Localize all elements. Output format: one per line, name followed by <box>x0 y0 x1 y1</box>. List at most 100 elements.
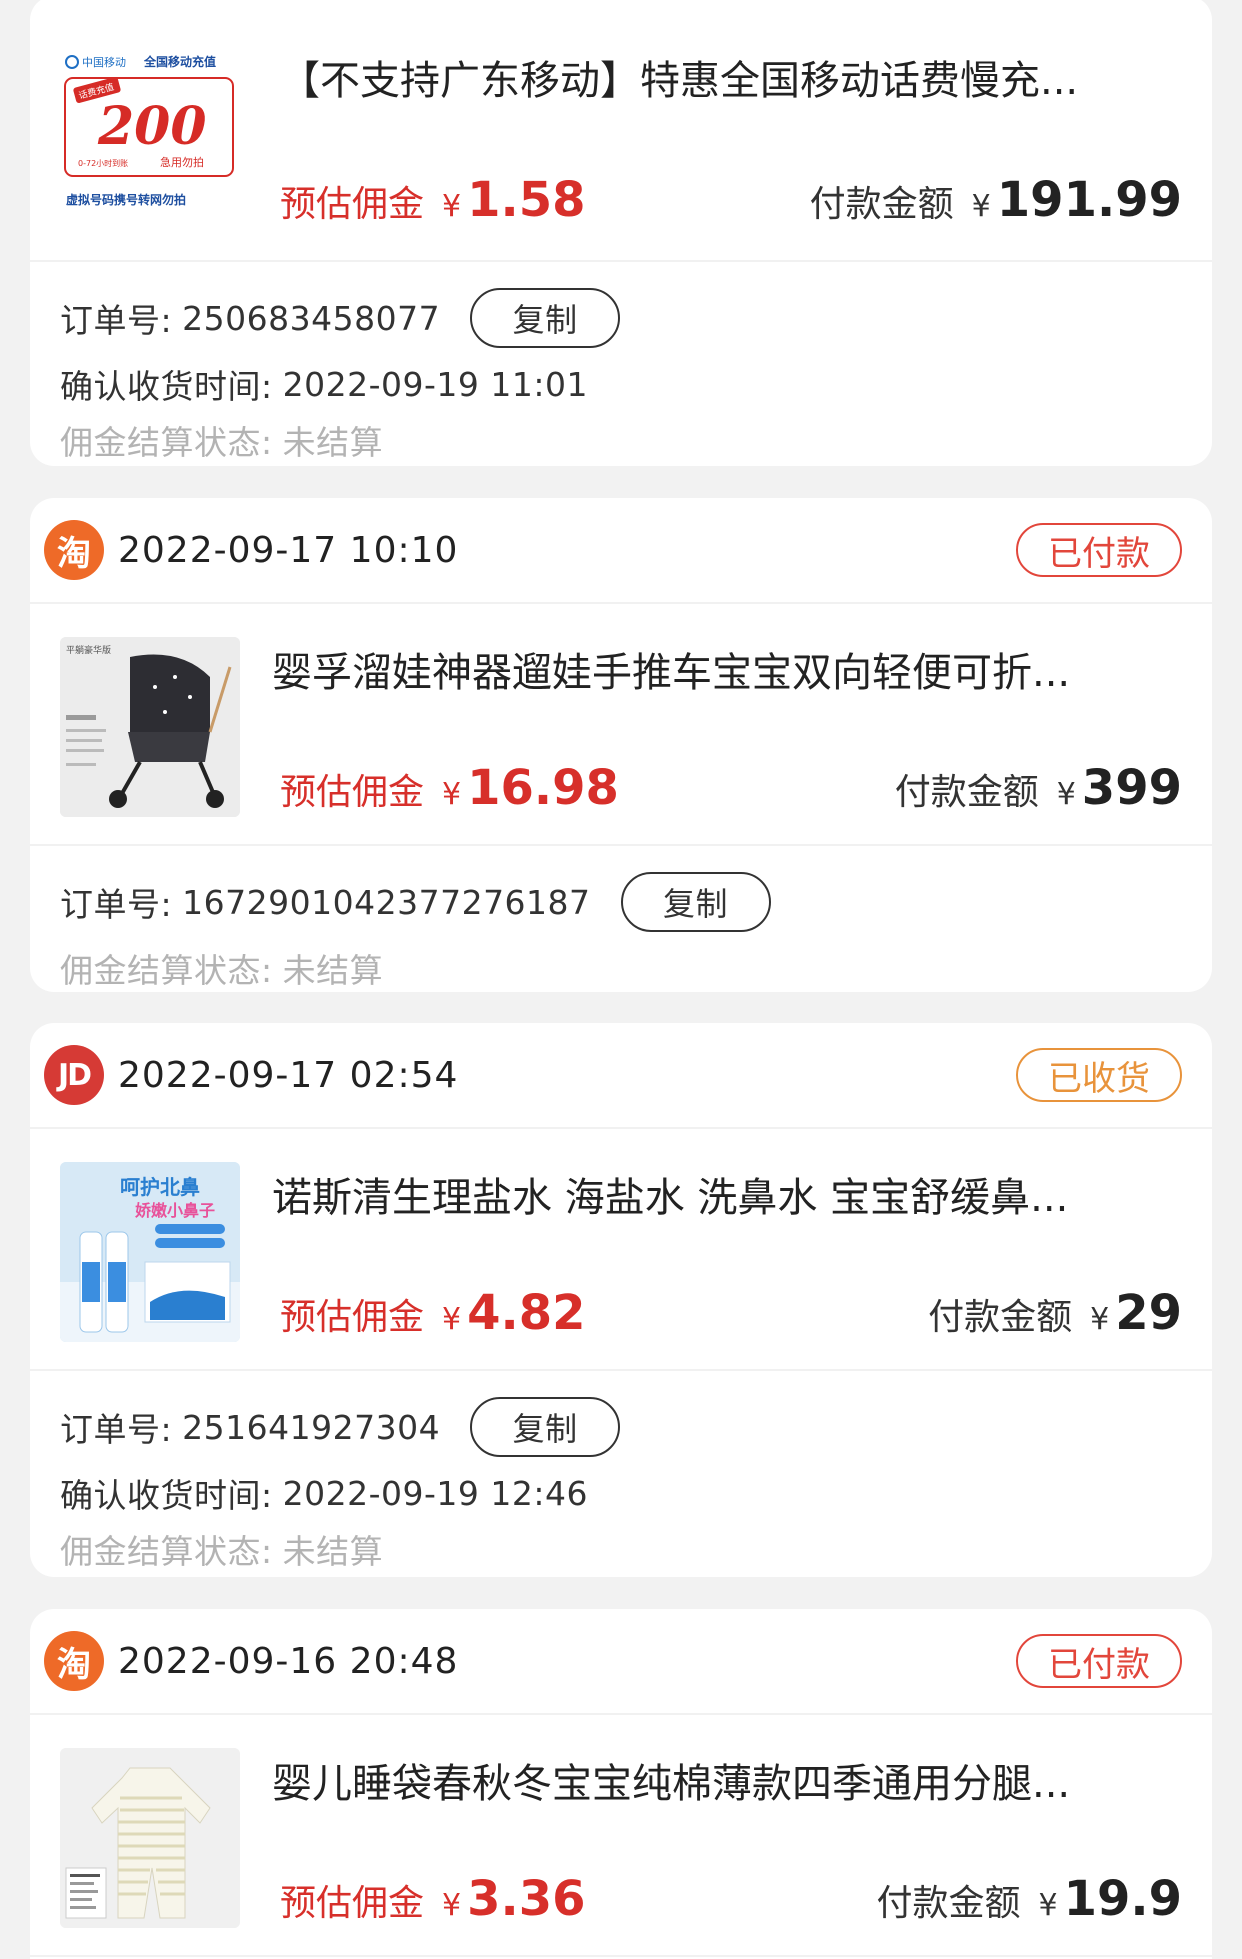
order-number: 1672901042377276187 <box>182 882 591 922</box>
order-card: 淘 2022-09-17 10:10 已付款 平躺豪华版 婴孚溜娃神器遛娃手推车… <box>30 498 1212 992</box>
recharge-card-image: 中国移动 全国移动充值 话费充值 200 0-72小时到账 急用勿拍 虚拟号码携… <box>60 46 240 226</box>
card-header: JD 2022-09-17 02:54 已收货 <box>30 1023 1212 1129</box>
copy-button[interactable]: 复制 <box>470 288 621 348</box>
sleeping-bag-image <box>60 1748 240 1928</box>
payment-label: 付款金额 <box>928 1297 1073 1338</box>
confirm-time-label: 确认收货时间: <box>60 367 273 406</box>
taobao-icon: 淘 <box>44 520 104 580</box>
product-title[interactable]: 【不支持广东移动】特惠全国移动话费慢充... <box>280 48 1132 106</box>
saline-spray-image: 呵护北鼻 娇嫩小鼻子 <box>60 1162 240 1342</box>
estimated-commission: 预估佣金 ¥ 3.36 <box>280 1871 586 1927</box>
currency-symbol: ¥ <box>442 777 462 812</box>
payment-label: 付款金额 <box>809 184 954 225</box>
order-card: 中国移动 全国移动充值 话费充值 200 0-72小时到账 急用勿拍 虚拟号码携… <box>30 0 1212 466</box>
confirm-time-line: 确认收货时间: 2022-09-19 11:01 <box>60 356 1182 412</box>
svg-text:全国移动充值: 全国移动充值 <box>143 54 216 69</box>
payment-value: 19.9 <box>1063 1871 1182 1927</box>
order-info: 订单号: 251641927304 复制 确认收货时间: 2022-09-19 … <box>30 1371 1212 1577</box>
product-row[interactable]: 呵护北鼻 娇嫩小鼻子 诺斯清生理盐水 海盐水 洗鼻水 宝宝舒缓鼻... 预估佣金… <box>30 1129 1212 1371</box>
svg-text:娇嫩小鼻子: 娇嫩小鼻子 <box>135 1201 215 1220</box>
currency-symbol: ¥ <box>971 189 991 224</box>
settlement-status: 未结算 <box>282 423 384 462</box>
order-number: 251641927304 <box>182 1407 441 1447</box>
svg-text:0-72小时到账: 0-72小时到账 <box>78 158 128 168</box>
order-time: 2022-09-16 20:48 <box>118 1640 459 1682</box>
svg-text:平躺豪华版: 平躺豪华版 <box>66 644 111 656</box>
order-number-line: 订单号: 250683458077 复制 <box>60 280 1182 356</box>
payment-amount: 付款金额 ¥ 399 <box>895 760 1182 816</box>
commission-value: 1.58 <box>467 172 586 228</box>
currency-symbol: ¥ <box>442 1302 462 1337</box>
confirm-time-label: 确认收货时间: <box>60 1476 273 1515</box>
order-time: 2022-09-17 10:10 <box>118 529 459 571</box>
confirm-time-line: 确认收货时间: 2022-09-19 12:46 <box>60 1465 1182 1521</box>
order-info: 订单号: 1672901042377276187 复制 佣金结算状态: 未结算 <box>30 846 1212 992</box>
settlement-status-label: 佣金结算状态: <box>60 1532 273 1571</box>
order-number-line: 订单号: 1672901042377276187 复制 <box>60 864 1182 940</box>
order-number: 250683458077 <box>182 298 441 338</box>
order-time: 2022-09-17 02:54 <box>118 1054 459 1096</box>
product-row[interactable]: 中国移动 全国移动充值 话费充值 200 0-72小时到账 急用勿拍 虚拟号码携… <box>30 0 1212 262</box>
status-badge: 已付款 <box>1016 523 1182 577</box>
currency-symbol: ¥ <box>1090 1302 1110 1337</box>
order-number-label: 订单号: <box>60 301 173 340</box>
commission-label: 预估佣金 <box>280 1883 425 1924</box>
status-badge: 已付款 <box>1016 1634 1182 1688</box>
product-row[interactable]: 平躺豪华版 婴孚溜娃神器遛娃手推车宝宝双向轻便可折... 预估佣金 ¥ 16.9… <box>30 604 1212 846</box>
copy-button[interactable]: 复制 <box>620 872 771 932</box>
commission-value: 3.36 <box>467 1871 586 1927</box>
payment-amount: 付款金额 ¥ 29 <box>928 1285 1182 1341</box>
order-card: 淘 2022-09-16 20:48 已付款 婴儿睡袋春秋冬宝宝纯棉薄款四季通用… <box>30 1609 1212 1959</box>
product-row[interactable]: 婴儿睡袋春秋冬宝宝纯棉薄款四季通用分腿... 预估佣金 ¥ 3.36 付款金额 … <box>30 1715 1212 1957</box>
copy-button[interactable]: 复制 <box>470 1397 621 1457</box>
settlement-status: 未结算 <box>282 1532 384 1571</box>
product-thumbnail: 呵护北鼻 娇嫩小鼻子 <box>60 1162 240 1342</box>
product-title[interactable]: 诺斯清生理盐水 海盐水 洗鼻水 宝宝舒缓鼻... <box>272 1165 1132 1223</box>
confirm-time: 2022-09-19 12:46 <box>282 1473 588 1513</box>
commission-label: 预估佣金 <box>280 184 425 225</box>
payment-label: 付款金额 <box>894 772 1039 813</box>
product-thumbnail: 中国移动 全国移动充值 话费充值 200 0-72小时到账 急用勿拍 虚拟号码携… <box>60 46 240 226</box>
estimated-commission: 预估佣金 ¥ 4.82 <box>280 1285 586 1341</box>
payment-amount: 付款金额 ¥ 191.99 <box>810 172 1182 228</box>
payment-value: 191.99 <box>996 172 1182 228</box>
settlement-status: 未结算 <box>282 951 384 990</box>
settlement-status-line: 佣金结算状态: 未结算 <box>60 940 1182 992</box>
order-list-page: 中国移动 全国移动充值 话费充值 200 0-72小时到账 急用勿拍 虚拟号码携… <box>0 0 1242 1959</box>
svg-text:200: 200 <box>97 96 207 157</box>
svg-text:呵护北鼻: 呵护北鼻 <box>120 1175 200 1199</box>
currency-symbol: ¥ <box>442 1888 462 1923</box>
product-title[interactable]: 婴儿睡袋春秋冬宝宝纯棉薄款四季通用分腿... <box>272 1751 1132 1809</box>
product-title[interactable]: 婴孚溜娃神器遛娃手推车宝宝双向轻便可折... <box>272 640 1132 698</box>
jd-icon: JD <box>44 1045 104 1105</box>
payment-value: 29 <box>1115 1285 1182 1341</box>
order-number-label: 订单号: <box>60 885 173 924</box>
stroller-image: 平躺豪华版 <box>60 637 240 817</box>
settlement-status-line: 佣金结算状态: 未结算 <box>60 1521 1182 1577</box>
commission-label: 预估佣金 <box>280 772 425 813</box>
card-header: 淘 2022-09-16 20:48 已付款 <box>30 1609 1212 1715</box>
status-badge: 已收货 <box>1016 1048 1182 1102</box>
product-thumbnail <box>60 1748 240 1928</box>
svg-text:急用勿拍: 急用勿拍 <box>160 155 204 169</box>
currency-symbol: ¥ <box>1038 1888 1058 1923</box>
svg-text:中国移动: 中国移动 <box>82 56 126 69</box>
svg-text:虚拟号码携号转网勿拍: 虚拟号码携号转网勿拍 <box>66 192 186 207</box>
currency-symbol: ¥ <box>442 189 462 224</box>
order-number-line: 订单号: 251641927304 复制 <box>60 1389 1182 1465</box>
commission-value: 4.82 <box>467 1285 586 1341</box>
card-header: 淘 2022-09-17 10:10 已付款 <box>30 498 1212 604</box>
order-number-label: 订单号: <box>60 1410 173 1449</box>
confirm-time: 2022-09-19 11:01 <box>282 364 588 404</box>
payment-amount: 付款金额 ¥ 19.9 <box>876 1871 1182 1927</box>
product-thumbnail: 平躺豪华版 <box>60 637 240 817</box>
currency-symbol: ¥ <box>1056 777 1076 812</box>
taobao-icon: 淘 <box>44 1631 104 1691</box>
settlement-status-label: 佣金结算状态: <box>60 423 273 462</box>
order-info: 订单号: 250683458077 复制 确认收货时间: 2022-09-19 … <box>30 262 1212 466</box>
settlement-status-line: 佣金结算状态: 未结算 <box>60 412 1182 466</box>
payment-value: 399 <box>1081 760 1182 816</box>
estimated-commission: 预估佣金 ¥ 16.98 <box>280 760 619 816</box>
order-card: JD 2022-09-17 02:54 已收货 呵护北鼻 娇嫩小鼻子 诺斯清生理… <box>30 1023 1212 1577</box>
estimated-commission: 预估佣金 ¥ 1.58 <box>280 172 586 228</box>
